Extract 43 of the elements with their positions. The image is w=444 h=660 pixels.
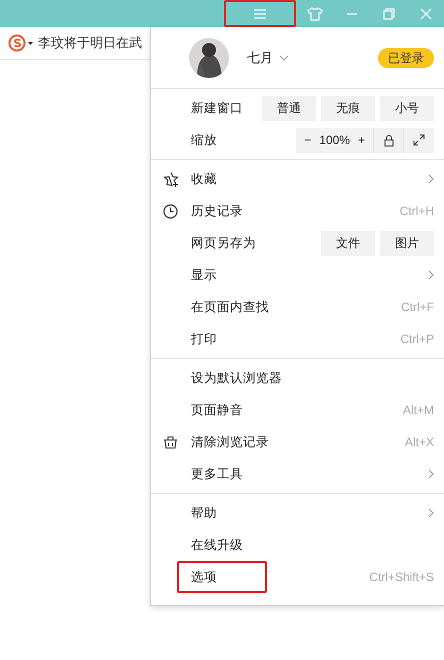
expand-arrows-icon (413, 134, 425, 146)
zoom-level: 100% (319, 132, 350, 149)
menu-item[interactable]: 打印 Ctrl+P (151, 323, 444, 355)
restore-icon (382, 8, 394, 20)
login-button[interactable]: 已登录 (378, 48, 434, 68)
menu-item[interactable]: 清除浏览记录 Alt+X (151, 426, 444, 458)
menu-item[interactable]: 在线升级 (151, 529, 444, 561)
chevron-right-icon (428, 508, 434, 518)
chevron-right-icon (428, 174, 434, 184)
close-icon (420, 8, 432, 20)
menu-item[interactable]: 帮助 (151, 497, 444, 529)
news-headline[interactable]: 李玟将于明日在武 (38, 33, 142, 53)
option-button[interactable]: 普通 (262, 96, 316, 120)
chevron-down-icon[interactable] (279, 54, 289, 60)
shirt-icon (306, 6, 322, 20)
menu-label: 缩放 (191, 132, 217, 149)
option-button[interactable]: 无痕 (321, 96, 375, 120)
menu-item[interactable]: 收藏 (151, 163, 444, 195)
menu-item[interactable]: 设为默认浏览器 (151, 362, 444, 394)
option-button[interactable]: 图片 (380, 230, 434, 256)
zoom-in-button[interactable]: + (358, 131, 365, 149)
clock-icon (163, 204, 178, 218)
lock-icon (384, 134, 394, 146)
menu-item[interactable]: 显示 (151, 259, 444, 291)
menu-item[interactable]: 选项 Ctrl+Shift+S (151, 561, 444, 593)
menu-label: 新建窗口 (191, 100, 243, 117)
option-button[interactable]: 文件 (321, 230, 375, 256)
chevron-right-icon (428, 469, 434, 479)
menu-item[interactable]: 历史记录 Ctrl+H (151, 195, 444, 227)
user-name[interactable]: 七月 (247, 48, 273, 68)
basket-icon (163, 435, 178, 449)
menu-label: 网页另存为 (191, 234, 256, 252)
menu-button[interactable] (224, 0, 296, 27)
search-engine-logo-icon[interactable] (8, 34, 34, 52)
chevron-right-icon (428, 270, 434, 280)
menu-icon (253, 8, 267, 20)
avatar[interactable] (189, 38, 229, 78)
menu-item[interactable]: 在页面内查找 Ctrl+F (151, 291, 444, 323)
menu-item[interactable]: 更多工具 (151, 458, 444, 490)
option-button[interactable]: 小号 (380, 96, 434, 120)
menu-item[interactable]: 页面静音 Alt+M (151, 394, 444, 426)
star-plus-icon (163, 171, 179, 187)
zoom-out-button[interactable]: − (304, 131, 312, 149)
